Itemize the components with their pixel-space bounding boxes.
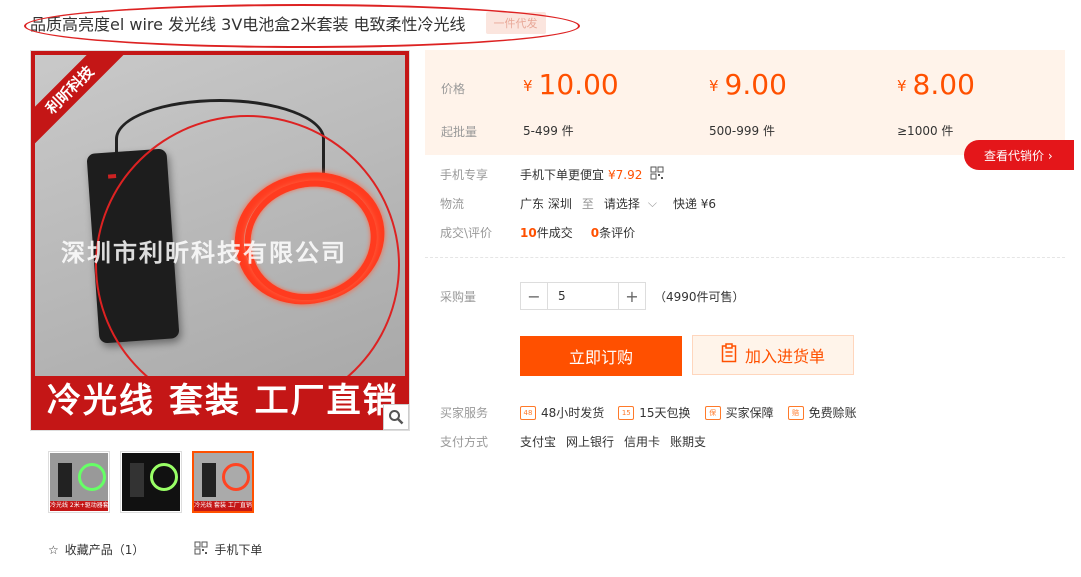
product-page: 品质高亮度el wire 发光线 3V电池盒2米套装 电致柔性冷光线 一件代发 … bbox=[0, 0, 1081, 577]
deals-row: 成交\评价 10 件成交 0 条评价 bbox=[440, 224, 635, 241]
mobile-exclusive-row: 手机专享 手机下单更便宜 ¥7.92 bbox=[440, 166, 664, 183]
dropship-tag[interactable]: 一件代发 bbox=[485, 12, 546, 34]
thumbnail-label: 冷光线 2米+驱动器套装 bbox=[50, 501, 108, 511]
mobile-order-label: 手机下单 bbox=[214, 543, 263, 557]
title-row: 品质高亮度el wire 发光线 3V电池盒2米套装 电致柔性冷光线 一件代发 bbox=[30, 10, 546, 36]
thumbnail-strip: 冷光线 2米+驱动器套装 冷光线 套装 工厂直销 bbox=[48, 451, 254, 513]
buyer-services-label: 买家服务 bbox=[440, 406, 489, 420]
add-to-cart-label: 加入进货单 bbox=[744, 347, 825, 366]
price-tier-3: ¥8.00 ≥1000 件 bbox=[897, 68, 1057, 138]
star-icon: ☆ bbox=[48, 542, 59, 557]
reviews-text: 条评价 bbox=[599, 226, 636, 240]
credit-icon: 赔 bbox=[787, 405, 804, 420]
tier-price: ¥10.00 bbox=[523, 68, 619, 101]
thumb-battery-shape bbox=[58, 463, 72, 497]
main-product-image[interactable]: 深圳市利昕科技有限公司 利昕科技 冷光线 套装 工厂直销 bbox=[30, 50, 410, 431]
price-label: 价格 bbox=[441, 82, 466, 96]
mobile-exclusive-label: 手机专享 bbox=[440, 168, 489, 182]
thumb-battery-shape bbox=[202, 463, 216, 497]
moq-label: 起批量 bbox=[441, 125, 478, 139]
quantity-row: 采购量 − 5 + （4990件可售） bbox=[440, 282, 745, 310]
product-title: 品质高亮度el wire 发光线 3V电池盒2米套装 电致柔性冷光线 bbox=[30, 15, 466, 34]
tier-price: ¥8.00 bbox=[897, 68, 975, 101]
logistics-to: 至 bbox=[581, 197, 594, 211]
qr-code-icon[interactable] bbox=[650, 166, 664, 183]
tier-price: ¥9.00 bbox=[709, 68, 787, 101]
logistics-row: 物流 广东 深圳 至 请选择 ⌵ 快递 ¥6 bbox=[440, 195, 716, 212]
qr-code-icon bbox=[194, 541, 208, 558]
payment-method: 账期支 bbox=[670, 435, 707, 449]
thumbnail-label: 冷光线 套装 工厂直销 bbox=[194, 501, 252, 511]
payment-method: 支付宝 bbox=[520, 435, 557, 449]
increase-button[interactable]: + bbox=[619, 283, 645, 309]
service-15day-exchange[interactable]: 15 15天包换 bbox=[618, 404, 691, 421]
image-frame bbox=[31, 51, 409, 430]
destination-select[interactable]: 请选择 bbox=[604, 195, 640, 212]
deals-label: 成交\评价 bbox=[440, 226, 493, 240]
stock-available: （4990件可售） bbox=[654, 289, 745, 304]
add-to-cart-button[interactable]: 加入进货单 bbox=[692, 335, 854, 375]
mobile-price: ¥7.92 bbox=[608, 167, 643, 182]
buyer-services-row: 买家服务 48 48小时发货 15 15天包换 保 买家保障 赔 免费赊账 bbox=[440, 404, 871, 421]
deals-text: 件成交 bbox=[536, 226, 573, 240]
exchange-15day-icon: 15 bbox=[618, 405, 635, 420]
decrease-button[interactable]: − bbox=[521, 283, 547, 309]
thumb-wire-shape bbox=[150, 463, 178, 491]
quantity-stepper: − 5 + bbox=[520, 282, 646, 310]
price-tier-2: ¥9.00 500-999 件 bbox=[709, 68, 869, 138]
gallery-actions: ☆ 收藏产品（1） 手机下单 bbox=[48, 541, 262, 558]
payment-method: 信用卡 bbox=[624, 435, 661, 449]
quantity-label: 采购量 bbox=[440, 289, 477, 304]
thumbnail-1[interactable]: 冷光线 2米+驱动器套装 bbox=[48, 451, 110, 513]
tier-quantity: 5-499 件 bbox=[523, 124, 574, 138]
reviews-count[interactable]: 0 bbox=[591, 226, 599, 240]
chevron-down-icon[interactable]: ⌵ bbox=[648, 196, 657, 211]
service-free-credit[interactable]: 赔 免费赊账 bbox=[787, 404, 857, 421]
shipping-fee: 快递 ¥6 bbox=[672, 197, 717, 211]
favorite-link[interactable]: ☆ 收藏产品（1） bbox=[48, 541, 144, 558]
shield-icon: 保 bbox=[704, 405, 721, 420]
payment-row: 支付方式 支付宝 网上银行 信用卡 账期支 bbox=[440, 433, 716, 450]
order-now-button[interactable]: 立即订购 bbox=[520, 336, 682, 376]
thumbnail-3[interactable]: 冷光线 套装 工厂直销 bbox=[192, 451, 254, 513]
service-48h-shipping[interactable]: 48 48小时发货 bbox=[520, 404, 604, 421]
payment-method: 网上银行 bbox=[566, 435, 615, 449]
logistics-label: 物流 bbox=[440, 197, 465, 211]
mobile-order-link[interactable]: 手机下单 bbox=[194, 541, 262, 558]
tier-quantity: ≥1000 件 bbox=[897, 124, 954, 138]
service-buyer-protection[interactable]: 保 买家保障 bbox=[704, 404, 774, 421]
mobile-exclusive-text: 手机下单更便宜 bbox=[520, 168, 605, 182]
thumbnail-2[interactable] bbox=[120, 451, 182, 513]
zoom-icon[interactable] bbox=[383, 404, 409, 430]
thumb-wire-shape bbox=[222, 463, 250, 491]
price-panel: 价格 起批量 ¥10.00 5-499 件 ¥9.00 500-999 件 ¥8… bbox=[425, 50, 1065, 155]
payment-label: 支付方式 bbox=[440, 435, 489, 449]
quantity-input[interactable]: 5 bbox=[547, 283, 619, 309]
favorite-label: 收藏产品（1） bbox=[64, 543, 145, 557]
shipping-48h-icon: 48 bbox=[520, 405, 536, 420]
section-divider bbox=[425, 257, 1065, 258]
logistics-origin: 广东 深圳 bbox=[520, 197, 572, 211]
tier-quantity: 500-999 件 bbox=[709, 124, 775, 138]
clipboard-icon bbox=[721, 343, 737, 367]
view-agent-price-button[interactable]: 查看代销价 › bbox=[964, 140, 1074, 170]
price-tier-1: ¥10.00 5-499 件 bbox=[523, 68, 683, 138]
thumb-battery-shape bbox=[130, 463, 144, 497]
thumb-wire-shape bbox=[78, 463, 106, 491]
deals-count[interactable]: 10 bbox=[520, 226, 537, 240]
